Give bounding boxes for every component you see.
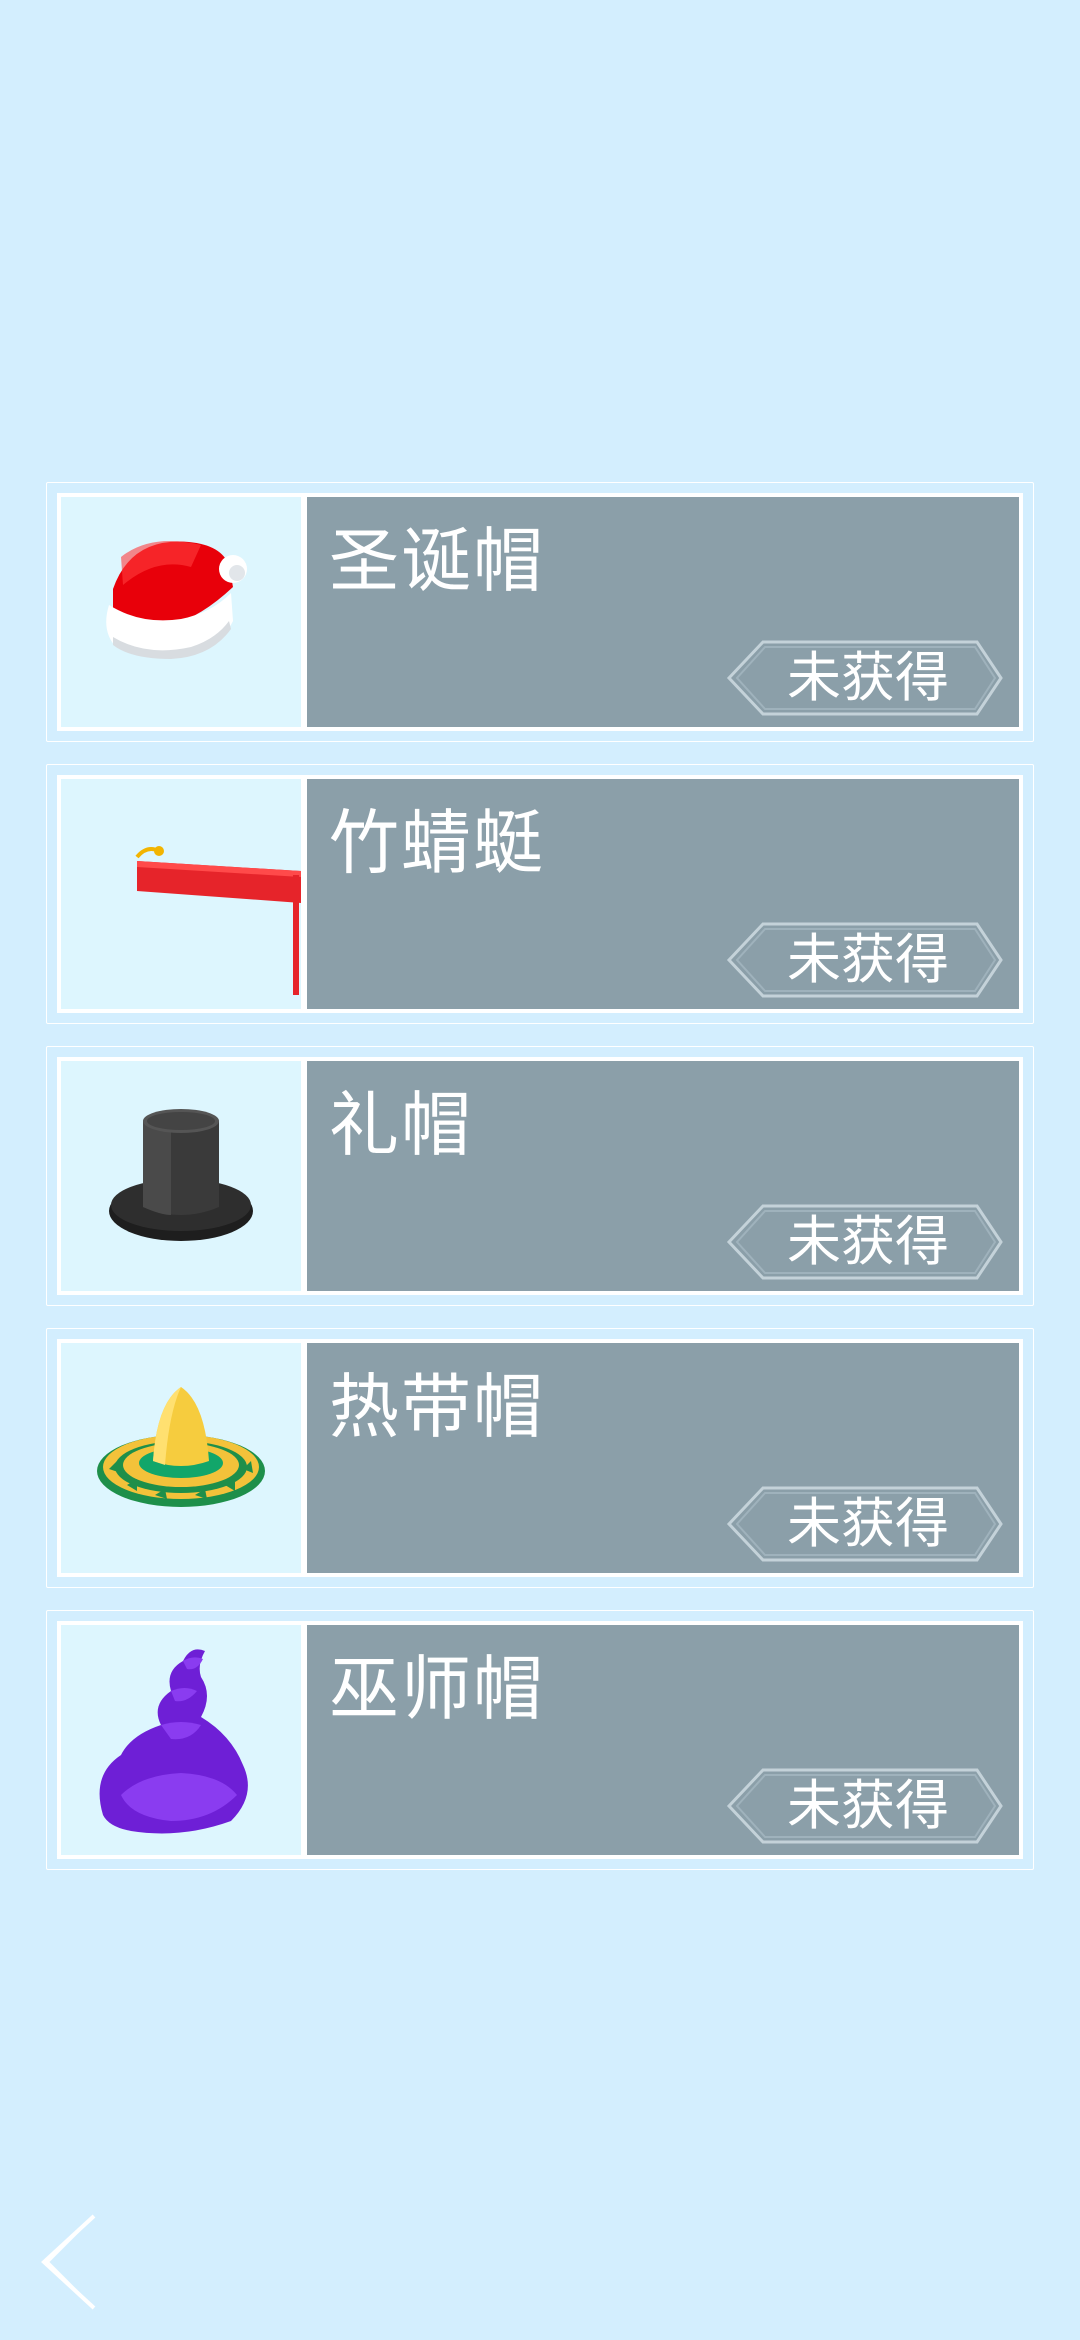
hat-thumbnail	[61, 779, 301, 1009]
status-label: 未获得	[787, 646, 949, 709]
hat-name: 礼帽	[329, 1084, 473, 1166]
hat-card-santa[interactable]: 圣诞帽 未获得	[46, 482, 1034, 742]
status-badge: 未获得	[725, 921, 1005, 999]
hat-card-inner: 巫师帽 未获得	[57, 1621, 1023, 1859]
hat-info-panel: 热带帽 未获得	[307, 1343, 1019, 1573]
hat-card-wizard[interactable]: 巫师帽 未获得	[46, 1610, 1034, 1870]
hat-thumbnail	[61, 497, 301, 727]
hat-card-inner: 热带帽 未获得	[57, 1339, 1023, 1577]
santa-hat-icon	[106, 541, 247, 659]
status-label: 未获得	[787, 928, 949, 991]
hat-card-inner: 圣诞帽 未获得	[57, 493, 1023, 731]
hat-card-top-hat[interactable]: 礼帽 未获得	[46, 1046, 1034, 1306]
hat-info-panel: 圣诞帽 未获得	[307, 497, 1019, 727]
hat-name: 竹蜻蜓	[329, 802, 545, 884]
status-label: 未获得	[787, 1210, 949, 1273]
hat-card-inner: 竹蜻蜓 未获得	[57, 775, 1023, 1013]
hat-list: 圣诞帽 未获得 竹蜻蜓 未获得 礼帽 未获得 热带帽 未获得 巫师帽 未获得	[46, 482, 1034, 1892]
back-chevron-icon	[41, 2214, 96, 2310]
bamboo-copter-icon	[135, 846, 301, 995]
hat-name: 巫师帽	[329, 1648, 545, 1730]
status-badge: 未获得	[725, 639, 1005, 717]
top-hat-icon	[109, 1109, 253, 1241]
hat-card-bamboo-copter[interactable]: 竹蜻蜓 未获得	[46, 764, 1034, 1024]
status-badge: 未获得	[725, 1203, 1005, 1281]
hat-info-panel: 巫师帽 未获得	[307, 1625, 1019, 1855]
hat-card-sombrero[interactable]: 热带帽 未获得	[46, 1328, 1034, 1588]
hat-thumbnail	[61, 1343, 301, 1573]
wizard-hat-icon	[99, 1649, 248, 1834]
hat-name: 圣诞帽	[329, 520, 545, 602]
status-badge: 未获得	[725, 1485, 1005, 1563]
back-button[interactable]	[32, 2212, 102, 2312]
sombrero-icon	[97, 1387, 265, 1507]
status-label: 未获得	[787, 1492, 949, 1555]
hat-thumbnail	[61, 1625, 301, 1855]
status-label: 未获得	[787, 1774, 949, 1837]
hat-thumbnail	[61, 1061, 301, 1291]
status-badge: 未获得	[725, 1767, 1005, 1845]
hat-info-panel: 礼帽 未获得	[307, 1061, 1019, 1291]
hat-info-panel: 竹蜻蜓 未获得	[307, 779, 1019, 1009]
hat-card-inner: 礼帽 未获得	[57, 1057, 1023, 1295]
hat-name: 热带帽	[329, 1366, 545, 1448]
